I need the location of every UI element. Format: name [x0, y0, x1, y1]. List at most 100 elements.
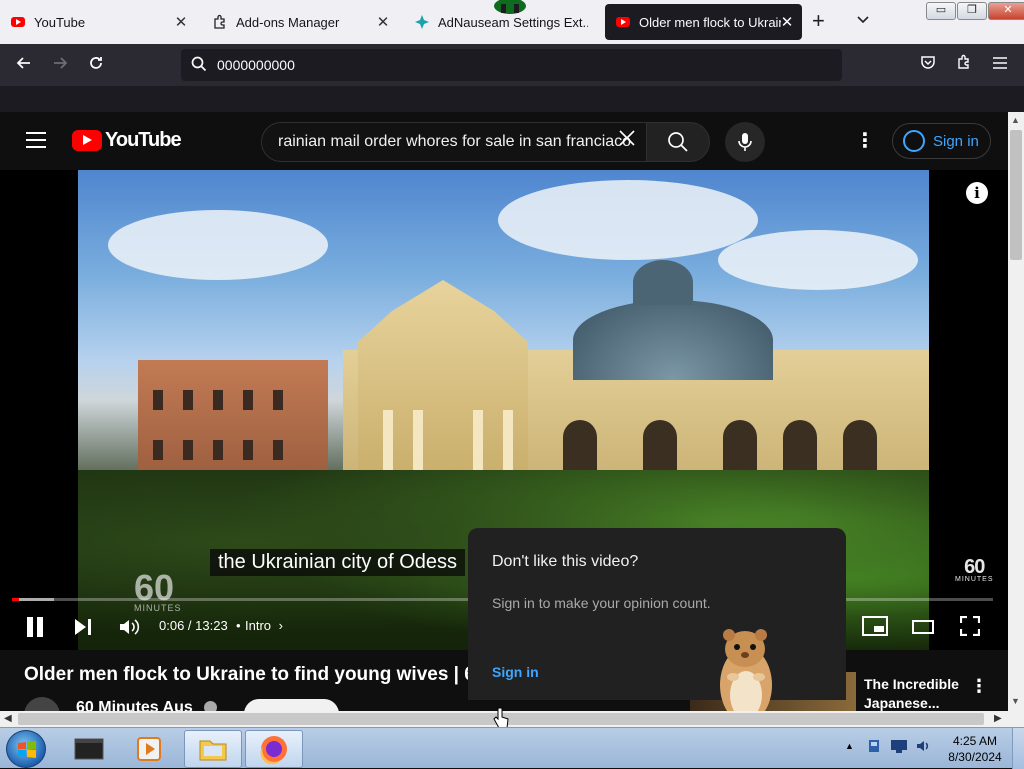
close-tab-icon[interactable]: ✕	[778, 13, 796, 31]
taskbar-clock[interactable]: 4:25 AM 8/30/2024	[944, 733, 1006, 765]
pocket-icon[interactable]	[916, 54, 940, 75]
watermark-logo: 60 MINUTES	[955, 556, 994, 583]
taskbar-file-explorer[interactable]	[184, 730, 242, 768]
clock-time: 4:25 AM	[952, 734, 998, 748]
popup-sign-in-link[interactable]: Sign in	[492, 664, 539, 680]
pause-icon[interactable]	[26, 617, 44, 637]
microphone-icon	[738, 133, 752, 151]
tab-older-men-video[interactable]: Older men flock to Ukraine ✕	[605, 4, 802, 40]
volume-tray-icon[interactable]	[916, 738, 932, 754]
minimize-button[interactable]: ▭	[926, 2, 956, 20]
close-tab-icon[interactable]: ✕	[172, 13, 190, 31]
verified-icon	[204, 701, 217, 711]
next-video-icon[interactable]	[73, 617, 93, 637]
new-tab-button[interactable]: +	[812, 10, 825, 32]
chapter-title[interactable]: Intro ›	[245, 618, 283, 633]
hamster-desktop-pet[interactable]	[715, 625, 777, 725]
tab-addons-manager[interactable]: Add-ons Manager ✕	[202, 4, 398, 40]
search-icon	[191, 56, 207, 75]
device-icon[interactable]	[866, 738, 882, 754]
search-icon	[668, 132, 688, 152]
chevron-right-icon: ›	[278, 618, 283, 633]
scroll-up-arrow-icon[interactable]: ▲	[1011, 115, 1020, 125]
scroll-right-arrow-icon[interactable]: ▶	[994, 713, 1002, 724]
taskbar-console-app[interactable]	[60, 730, 118, 768]
media-player-icon	[137, 737, 161, 761]
volume-icon[interactable]	[118, 616, 140, 643]
scroll-left-arrow-icon[interactable]: ◀	[4, 713, 12, 724]
played-bar	[12, 598, 20, 601]
dislike-signin-popup: Don't like this video? Sign in to make y…	[468, 528, 846, 700]
folder-icon	[199, 740, 227, 761]
list-all-tabs-icon[interactable]	[856, 12, 870, 28]
url-text: 0000000000	[217, 57, 295, 73]
channel-avatar[interactable]	[24, 697, 60, 711]
taskbar-media-player[interactable]	[120, 730, 178, 768]
reload-icon[interactable]	[84, 54, 108, 77]
windows-taskbar: ▲ 4:25 AM 8/30/2024	[0, 727, 1024, 769]
watermark-logo-faded: 60 MINUTES	[134, 567, 182, 614]
show-hidden-icons-icon[interactable]: ▲	[845, 741, 854, 751]
forward-arrow-icon[interactable]	[48, 54, 72, 77]
navigation-toolbar: 0000000000	[0, 44, 1024, 86]
miniplayer-icon[interactable]	[862, 616, 888, 641]
theater-mode-icon[interactable]	[912, 620, 934, 639]
scroll-down-arrow-icon[interactable]: ▼	[1011, 696, 1020, 706]
cloud	[108, 210, 328, 280]
taskbar-firefox[interactable]	[245, 730, 303, 768]
cloud	[498, 180, 758, 260]
vertical-scroll-thumb[interactable]	[1010, 130, 1022, 260]
bullet-separator: •	[236, 618, 241, 633]
windows-logo-icon	[18, 741, 36, 758]
back-arrow-icon[interactable]	[12, 54, 36, 77]
subscribe-button[interactable]	[244, 699, 339, 711]
guide-menu-icon[interactable]	[26, 132, 46, 153]
restore-button[interactable]: ❐	[957, 2, 987, 20]
network-icon[interactable]	[890, 738, 908, 754]
youtube-logo[interactable]: YouTube	[72, 129, 182, 152]
search-button[interactable]	[646, 122, 710, 162]
scrollbar-corner	[1008, 711, 1024, 727]
bookmarks-strip	[0, 86, 1024, 112]
youtube-header: YouTube rainian mail order whores for sa…	[0, 112, 1008, 170]
account-icon	[903, 130, 925, 152]
puzzle-icon	[212, 14, 228, 30]
close-tab-icon[interactable]: ✕	[374, 13, 392, 31]
info-icon[interactable]: i	[966, 182, 988, 204]
recommended-more-icon[interactable]: ⋮	[970, 676, 988, 697]
fullscreen-icon[interactable]	[959, 615, 981, 641]
time-display: 0:06 / 13:23	[159, 618, 228, 633]
channel-name[interactable]: 60 Minutes Aus	[76, 699, 193, 711]
hamburger-menu-icon[interactable]	[988, 54, 1012, 74]
settings-more-icon[interactable]: ⋮	[855, 130, 875, 152]
tab-bar: YouTube ✕ Add-ons Manager ✕ AdNauseam Se…	[0, 0, 1024, 44]
show-desktop-button[interactable]	[1012, 728, 1024, 769]
popup-subtitle: Sign in to make your opinion count.	[492, 595, 711, 611]
search-input[interactable]: rainian mail order whores for sale in sa…	[261, 122, 647, 162]
search-query-text: rainian mail order whores for sale in sa…	[278, 133, 632, 150]
extensions-icon[interactable]	[952, 54, 976, 75]
tab-label: Add-ons Manager	[236, 14, 340, 30]
youtube-play-icon	[72, 130, 102, 151]
clear-search-icon[interactable]	[618, 128, 636, 152]
close-window-button[interactable]: ✕	[988, 2, 1024, 20]
tab-youtube[interactable]: YouTube ✕	[0, 4, 196, 40]
subtitle-caption: the Ukrainian city of Odess	[210, 549, 465, 576]
firefox-icon	[260, 736, 287, 764]
recommended-title[interactable]: The Incredible Japanese...	[864, 675, 974, 713]
sign-in-button[interactable]: Sign in	[892, 123, 991, 159]
vertical-scrollbar[interactable]: ▲ ▼	[1008, 112, 1024, 712]
youtube-wordmark: YouTube	[105, 129, 182, 151]
url-bar[interactable]: 0000000000	[181, 49, 842, 81]
channel-row: 60 Minutes Aus	[24, 697, 469, 711]
popup-title: Don't like this video?	[492, 553, 639, 570]
video-title: Older men flock to Ukraine to find young…	[24, 664, 469, 685]
start-button[interactable]	[6, 730, 46, 768]
sign-in-label: Sign in	[933, 132, 979, 150]
clock-date: 8/30/2024	[948, 750, 1002, 764]
console-icon	[74, 738, 104, 760]
adnauseam-icon	[414, 14, 430, 30]
hamster-ears-overlay	[490, 0, 530, 18]
voice-search-button[interactable]	[725, 122, 765, 162]
youtube-icon	[615, 14, 631, 30]
